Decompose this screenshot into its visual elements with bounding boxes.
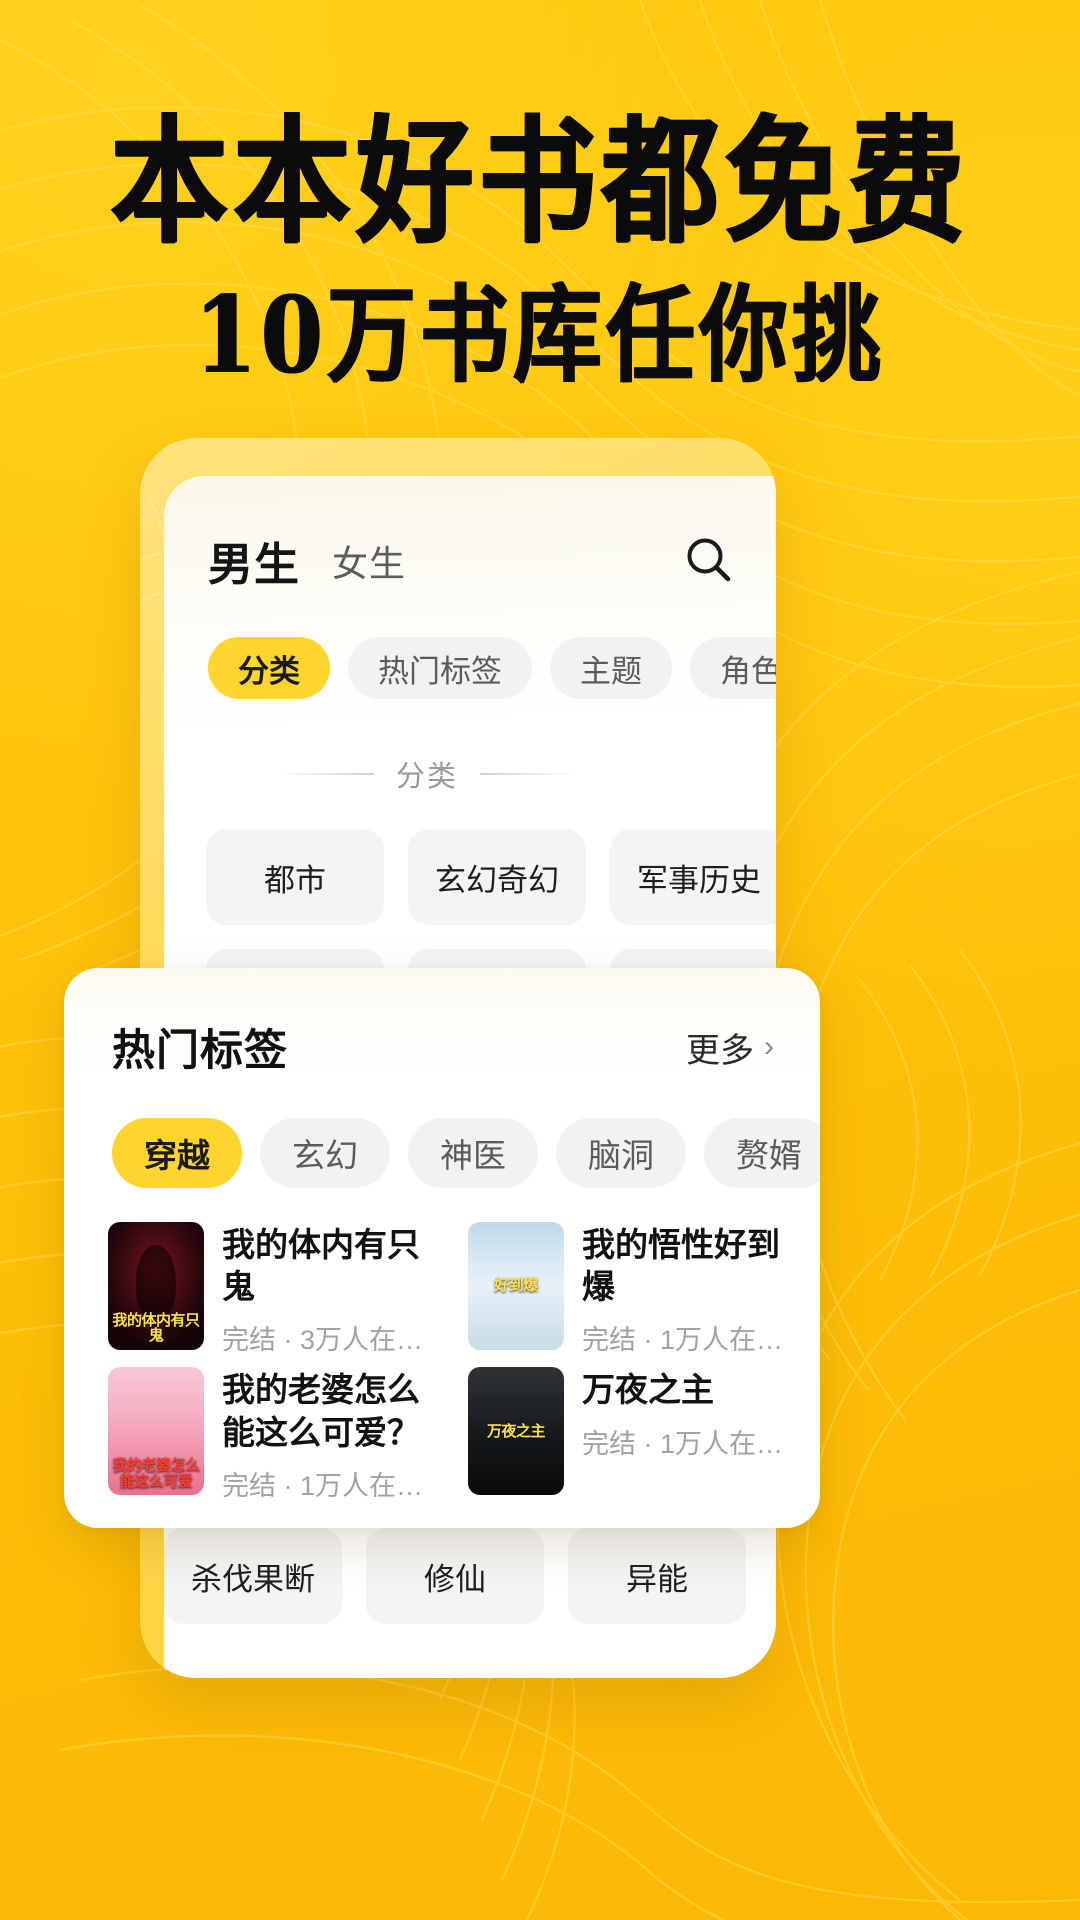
hot-tag-zhuixu[interactable]: 赘婿 — [704, 1118, 820, 1188]
divider-line-left — [277, 773, 374, 775]
book-cover: 我的体内有只鬼 — [108, 1222, 204, 1350]
book-text: 我的老婆怎么能这么可爱？ 完结 · 1万人在… — [222, 1367, 438, 1502]
cover-title-art: 我的体内有只鬼 — [112, 1311, 200, 1345]
hot-tags-title: 热门标签 — [112, 1027, 288, 1075]
book-cover: 好到爆 — [468, 1222, 564, 1350]
book-text: 我的悟性好到爆 完结 · 1万人在… — [582, 1222, 798, 1357]
category-item[interactable]: 玄幻奇幻 — [408, 829, 586, 925]
cover-title-art: 万夜之主 — [486, 1422, 546, 1440]
book-text: 我的体内有只鬼 完结 · 3万人在… — [222, 1222, 438, 1357]
book-item[interactable]: 我的老婆怎么能这么可爱 我的老婆怎么能这么可爱？ 完结 · 1万人在… — [108, 1367, 438, 1502]
poster-headline: 本本好书都免费 10万书库任你挑 — [0, 100, 1080, 389]
book-meta: 完结 · 1万人在… — [582, 1325, 784, 1356]
hot-tags-card: 热门标签 更多 › 穿越 玄幻 神医 脑洞 赘婿 我的体内有只鬼 我的体内有只鬼… — [64, 968, 820, 1528]
book-meta: 完结 · 1万人在… — [582, 1428, 784, 1459]
divider-label: 分类 — [395, 761, 458, 793]
tab-male[interactable]: 男生 — [208, 528, 300, 593]
book-item[interactable]: 万夜之主 万夜之主 完结 · 1万人在… — [468, 1367, 798, 1502]
more-button[interactable]: 更多 › — [686, 1023, 774, 1072]
hot-tag-pill-row: 穿越 玄幻 神医 脑洞 赘婿 — [64, 1078, 820, 1188]
divider-line-right — [480, 773, 576, 775]
filter-pill-category[interactable]: 分类 — [208, 637, 330, 699]
hot-tags-card-header: 热门标签 更多 › — [64, 968, 820, 1078]
book-title: 我的体内有只鬼 — [222, 1226, 420, 1306]
more-label: 更多 — [686, 1031, 754, 1070]
cover-title-art: 好到爆 — [494, 1277, 538, 1295]
category-item[interactable]: 异能 — [568, 1528, 746, 1624]
book-meta: 完结 · 3万人在… — [222, 1325, 424, 1356]
cover-figure — [135, 1245, 177, 1320]
hot-tag-naodong[interactable]: 脑洞 — [556, 1118, 686, 1188]
headline-line-1: 本本好书都免费 — [110, 100, 970, 262]
phone-header: 男生 女生 — [164, 476, 776, 593]
book-title: 万夜之主 — [582, 1371, 714, 1409]
book-item[interactable]: 我的体内有只鬼 我的体内有只鬼 完结 · 3万人在… — [108, 1222, 438, 1357]
book-meta: 完结 · 1万人在… — [222, 1470, 424, 1501]
book-cover: 万夜之主 — [468, 1367, 564, 1496]
hot-tag-xuanhuan[interactable]: 玄幻 — [260, 1118, 390, 1188]
book-item[interactable]: 好到爆 我的悟性好到爆 完结 · 1万人在… — [468, 1222, 798, 1357]
filter-pill-hot-tags[interactable]: 热门标签 — [348, 637, 532, 699]
filter-pill-role[interactable]: 角色 — [690, 637, 776, 699]
category-item[interactable]: 修仙 — [366, 1528, 544, 1624]
category-item[interactable]: 杀伐果断 — [164, 1528, 342, 1624]
category-item[interactable]: 都市 — [206, 829, 384, 925]
category-grid-peek-row: 杀伐果断 修仙 异能 — [164, 1528, 776, 1648]
hot-tag-chuanyue[interactable]: 穿越 — [112, 1118, 242, 1188]
filter-pill-row: 分类 热门标签 主题 角色 情节 — [164, 593, 776, 699]
cover-title-art: 我的老婆怎么能这么可爱 — [112, 1456, 200, 1490]
chevron-right-icon: › — [764, 1030, 774, 1063]
book-title: 我的悟性好到爆 — [582, 1226, 780, 1306]
section-divider-category: 分类 — [164, 753, 776, 795]
filter-pill-theme[interactable]: 主题 — [550, 637, 672, 699]
tab-female[interactable]: 女生 — [332, 535, 406, 587]
search-icon[interactable] — [682, 534, 736, 588]
book-text: 万夜之主 完结 · 1万人在… — [582, 1367, 798, 1502]
book-cover: 我的老婆怎么能这么可爱 — [108, 1367, 204, 1496]
hot-tag-shenyi[interactable]: 神医 — [408, 1118, 538, 1188]
book-list: 我的体内有只鬼 我的体内有只鬼 完结 · 3万人在… 好到爆 我的悟性好到爆 完… — [64, 1188, 820, 1503]
category-item[interactable]: 军事历史 — [610, 829, 776, 925]
headline-line-2: 10万书库任你挑 — [194, 272, 886, 398]
book-title: 我的老婆怎么能这么可爱？ — [222, 1371, 420, 1451]
